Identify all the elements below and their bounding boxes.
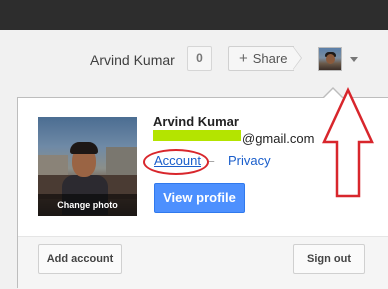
annotation-arrow — [322, 87, 374, 198]
annotation-up-arrow-icon — [322, 87, 374, 198]
